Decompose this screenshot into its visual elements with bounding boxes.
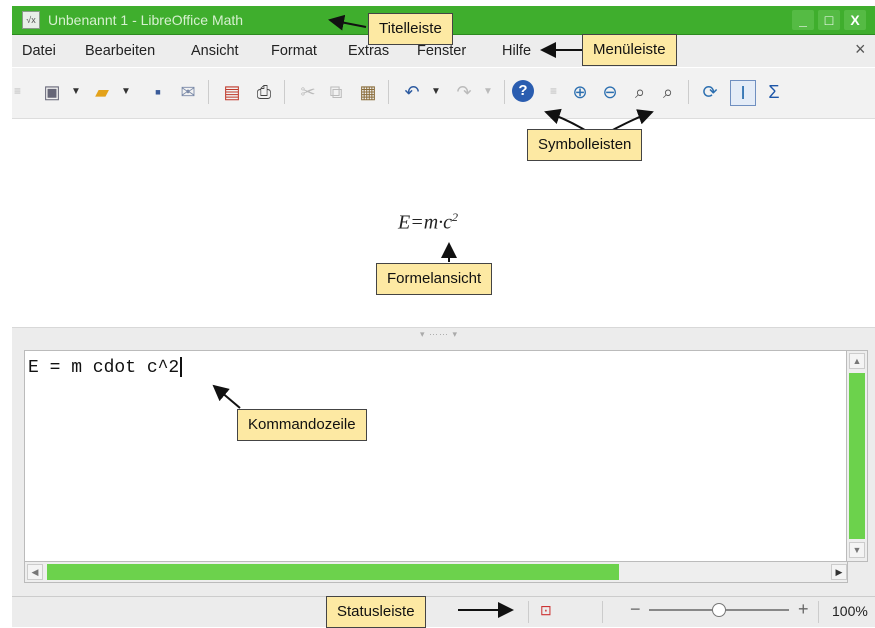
callout-kommandozeile: Kommandozeile (237, 409, 367, 441)
callout-statusleiste: Statusleiste (326, 596, 426, 628)
callout-titelleiste: Titelleiste (368, 13, 453, 45)
callout-formelansicht: Formelansicht (376, 263, 493, 295)
arrow-kommandozeile (212, 384, 241, 409)
arrow-titelleiste (328, 14, 367, 31)
callout-menueleiste: Menüleiste (582, 34, 677, 66)
callout-symbolleisten: Symbolleisten (527, 129, 643, 161)
callout-arrows (212, 14, 654, 618)
